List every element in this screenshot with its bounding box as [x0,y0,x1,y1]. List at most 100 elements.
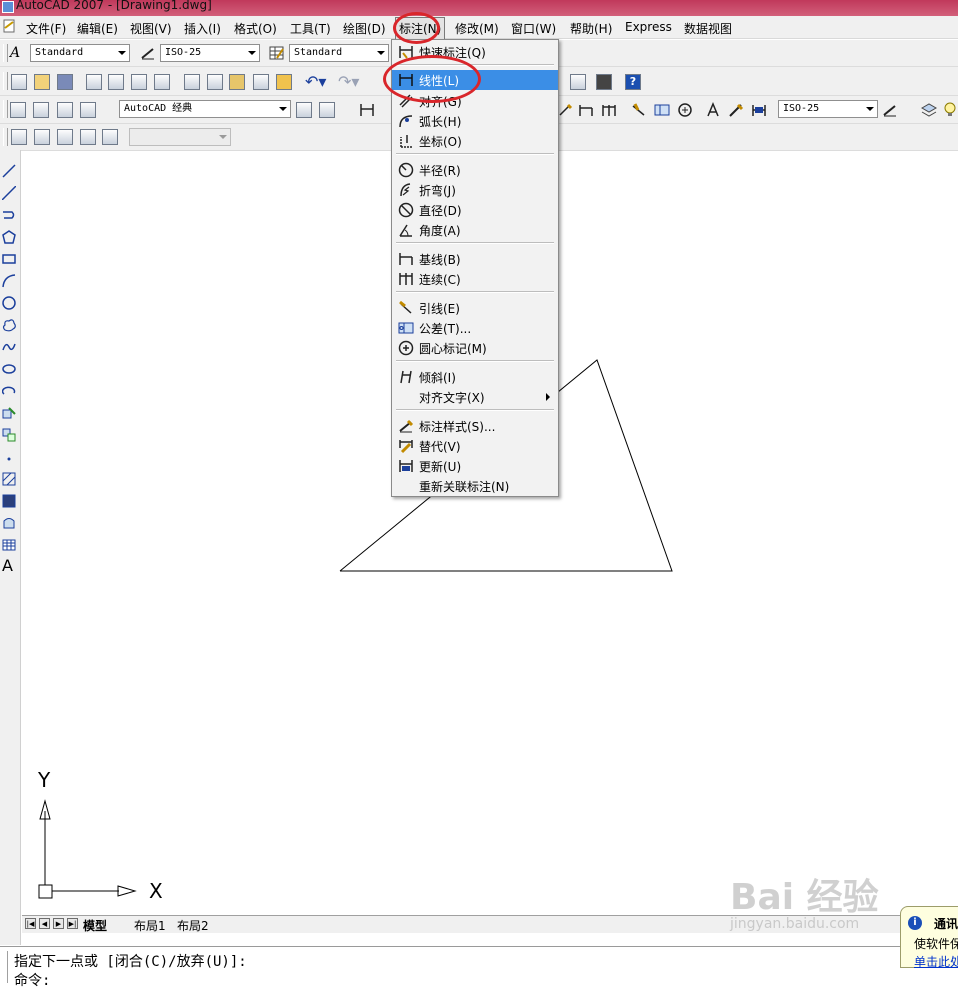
command-prompt[interactable]: 命令: [14,970,50,990]
document-icon[interactable] [2,19,16,33]
dim-style-select-right[interactable]: ISO-25 [778,100,878,118]
layout-from-template-icon[interactable] [34,129,50,145]
dim-style-icon[interactable] [140,45,156,61]
display-viewports-icon[interactable] [102,129,118,145]
polyline-icon[interactable] [2,208,16,222]
bubble-link[interactable]: 单击此处 [914,953,958,970]
page-setup-icon[interactable] [80,129,96,145]
workspace-settings-icon[interactable] [33,102,49,118]
tolerance-icon[interactable] [654,102,670,118]
menu-item-leader[interactable]: 引线(E) [392,298,558,318]
revision-cloud-icon[interactable] [2,318,16,332]
menu-window[interactable]: 窗口(W) [511,20,556,37]
tab-layout1[interactable]: 布局1 [134,917,166,934]
menu-item-jogged[interactable]: 折弯(J) [392,180,558,200]
ellipse-arc-icon[interactable] [2,384,16,398]
region-icon[interactable] [2,516,16,530]
hatch-icon[interactable] [2,472,16,486]
text-style-icon[interactable]: A [10,45,28,61]
dimension-edit-icon[interactable] [705,102,721,118]
command-window[interactable]: 指定下一点或 [闭合(C)/放弃(U)]: 命令: [0,946,958,989]
dim-style-select[interactable]: ISO-25 [160,44,260,62]
undo-icon[interactable]: ↶▾ [305,74,333,90]
new-layout-icon[interactable] [11,129,27,145]
last-tab-button[interactable]: ▶| [67,918,78,929]
menu-item-arc-length[interactable]: 弧长(H) [392,111,558,131]
tab-model[interactable]: 模型 [83,917,107,934]
match-properties-icon[interactable] [253,74,269,90]
linear-dimension-icon[interactable] [359,102,375,118]
menu-edit[interactable]: 编辑(E) [77,20,118,37]
workspace-icon[interactable] [10,102,26,118]
menu-item-center-mark[interactable]: 圆心标记(M) [392,338,558,358]
dimension-style-icon[interactable] [882,102,898,118]
polygon-icon[interactable] [2,230,16,244]
prev-tab-button[interactable]: ◀ [39,918,50,929]
table-icon[interactable] [2,538,16,552]
text-style-select[interactable]: Standard [30,44,130,62]
layer-properties-icon[interactable] [920,102,938,118]
menu-item-angular[interactable]: 角度(A) [392,220,558,240]
menu-item-oblique[interactable]: 倾斜(I) [392,367,558,387]
menu-insert[interactable]: 插入(I) [184,20,221,37]
leader-icon[interactable] [557,102,573,118]
menu-item-dimension-style[interactable]: 标注样式(S)... [392,416,558,436]
menu-item-reassociate[interactable]: 重新关联标注(N) [392,476,558,496]
menu-item-tolerance[interactable]: 公差(T)... [392,318,558,338]
plot-icon[interactable] [86,74,102,90]
table-style-icon[interactable] [269,45,285,61]
help-icon[interactable]: ? [625,74,641,90]
next-tab-button[interactable]: ▶ [53,918,64,929]
publish-icon[interactable] [131,74,147,90]
rectangle-icon[interactable] [2,252,16,266]
plot-preview-icon[interactable] [108,74,124,90]
menu-format[interactable]: 格式(O) [234,20,277,37]
menu-item-diameter[interactable]: 直径(D) [392,200,558,220]
tab-layout2[interactable]: 布局2 [177,917,209,934]
3d-dwf-icon[interactable] [154,74,170,90]
toolbar-grip[interactable] [3,72,8,90]
save-icon[interactable] [57,74,73,90]
communication-center-bubble[interactable]: i 通讯 使软件保 单击此处 [900,906,958,970]
command-grip[interactable] [2,951,8,983]
toolbar-grip[interactable] [3,44,8,62]
menu-item-align-text[interactable]: 对齐文字(X) [392,387,558,407]
dimension-update-icon[interactable] [751,102,767,118]
line-icon[interactable] [2,164,16,178]
menu-item-quick-dimension[interactable]: 快速标注(Q) [392,42,558,62]
block-editor-icon[interactable] [276,74,292,90]
my-workspace-icon[interactable] [319,102,335,118]
calculator-icon[interactable] [596,74,612,90]
menu-item-linear[interactable]: 线性(L) [392,70,558,90]
cut-icon[interactable] [184,74,200,90]
workspace-settings-icon-2[interactable] [296,102,312,118]
menu-modify[interactable]: 修改(M) [455,20,499,37]
menu-item-continue[interactable]: 连续(C) [392,269,558,289]
menu-tools[interactable]: 工具(T) [290,20,331,37]
circle-icon[interactable] [2,296,16,310]
workspace-select[interactable]: AutoCAD 经典 [119,100,291,118]
baseline-icon[interactable] [578,102,594,118]
menu-view[interactable]: 视图(V) [130,20,172,37]
toolbar-grip[interactable] [3,100,8,118]
make-block-icon[interactable] [2,428,16,442]
viewport-icon[interactable] [57,102,73,118]
paste-icon[interactable] [229,74,245,90]
table-style-select[interactable]: Standard [289,44,389,62]
arc-icon[interactable] [2,274,16,288]
menu-dimension[interactable]: 标注(N) [395,17,446,40]
spline-icon[interactable] [2,340,16,354]
dimension-text-edit-icon[interactable] [728,102,744,118]
menu-item-override[interactable]: 替代(V) [392,436,558,456]
open-icon[interactable] [34,74,50,90]
toolbar-grip[interactable] [3,128,8,146]
continue-icon[interactable] [601,102,617,118]
menu-express[interactable]: Express [625,20,672,34]
menu-item-ordinate[interactable]: 坐标(O) [392,131,558,151]
insert-block-icon[interactable] [2,406,16,420]
first-tab-button[interactable]: |◀ [25,918,36,929]
menu-item-radius[interactable]: 半径(R) [392,160,558,180]
menu-file[interactable]: 文件(F) [26,20,66,37]
viewport-clip-icon[interactable] [80,102,96,118]
gradient-icon[interactable] [2,494,16,508]
